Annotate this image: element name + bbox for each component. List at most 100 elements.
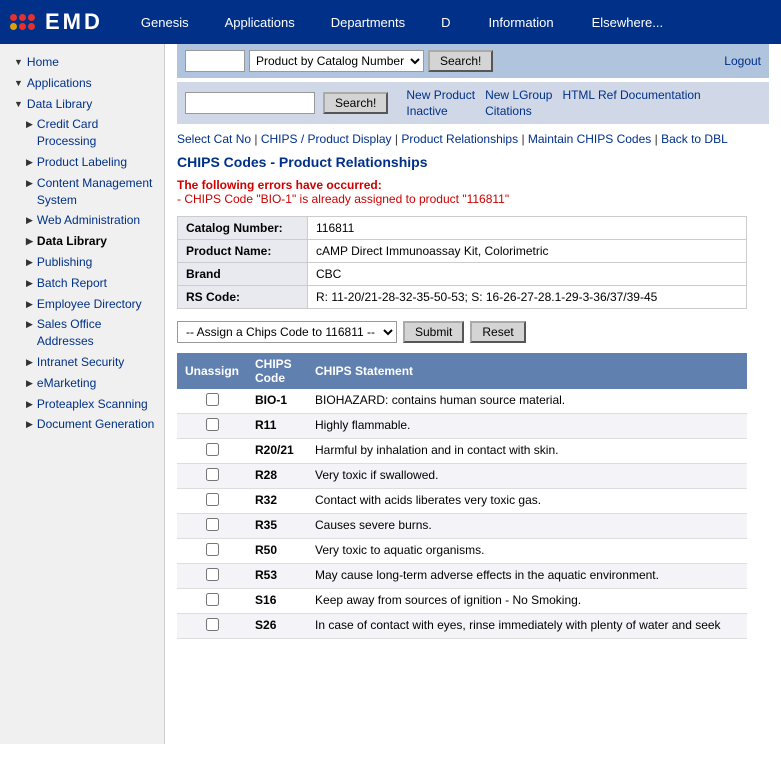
sidebar-arrow-batch-report: ▶	[26, 277, 33, 290]
citations-link[interactable]: Citations	[485, 104, 552, 118]
product-info-table: Catalog Number: 116811 Product Name: cAM…	[177, 216, 747, 309]
breadcrumb-maintain-chips[interactable]: Maintain CHIPS Codes	[528, 132, 651, 146]
unassign-checkbox[interactable]	[206, 493, 219, 506]
assign-row: -- Assign a Chips Code to 116811 -- Subm…	[177, 321, 769, 343]
unassign-checkbox-cell[interactable]	[177, 614, 247, 639]
sidebar-arrow-emarketing: ▶	[26, 377, 33, 390]
unassign-checkbox-cell[interactable]	[177, 389, 247, 414]
nav-genesis[interactable]: Genesis	[123, 15, 207, 30]
unassign-checkbox[interactable]	[206, 393, 219, 406]
reset-button[interactable]: Reset	[470, 321, 525, 343]
rs-code-label: RS Code:	[178, 286, 308, 309]
chips-statement: In case of contact with eyes, rinse imme…	[307, 614, 747, 639]
search-button[interactable]: Search!	[428, 50, 493, 72]
unassign-checkbox[interactable]	[206, 418, 219, 431]
sidebar-item-batch-report[interactable]: ▶ Batch Report	[0, 273, 164, 294]
chips-row: R35 Causes severe burns.	[177, 514, 747, 539]
chips-statement: Harmful by inhalation and in contact wit…	[307, 439, 747, 464]
nav-applications[interactable]: Applications	[207, 15, 313, 30]
submit-button[interactable]: Submit	[403, 321, 464, 343]
sidebar-arrow-product-labeling: ▶	[26, 156, 33, 169]
chips-code: S26	[247, 614, 307, 639]
second-search-input[interactable]	[185, 92, 315, 114]
chips-code: BIO-1	[247, 389, 307, 414]
chips-table: Unassign CHIPS Code CHIPS Statement BIO-…	[177, 353, 747, 639]
search-bar: Product by Catalog Number Product by Nam…	[177, 44, 769, 78]
chips-table-body: BIO-1 BIOHAZARD: contains human source m…	[177, 389, 747, 639]
search-type-select[interactable]: Product by Catalog Number Product by Nam…	[249, 50, 424, 72]
inactive-link[interactable]: Inactive	[406, 104, 475, 118]
sidebar-item-publishing[interactable]: ▶ Publishing	[0, 252, 164, 273]
chips-code: R50	[247, 539, 307, 564]
sidebar-item-content-mgmt[interactable]: ▶ Content Management System	[0, 173, 164, 211]
chips-header-row: Unassign CHIPS Code CHIPS Statement	[177, 353, 747, 389]
html-ref-link[interactable]: HTML Ref Documentation	[562, 88, 700, 102]
chips-statement: Causes severe burns.	[307, 514, 747, 539]
sidebar-item-credit-card[interactable]: ▶ Credit Card Processing	[0, 114, 164, 152]
sidebar-item-employee-dir[interactable]: ▶ Employee Directory	[0, 294, 164, 315]
assign-chips-select[interactable]: -- Assign a Chips Code to 116811 --	[177, 321, 397, 343]
sidebar-arrow-data-library-top: ▼	[14, 98, 23, 111]
nav-information[interactable]: Information	[469, 15, 574, 30]
unassign-checkbox[interactable]	[206, 468, 219, 481]
sidebar-item-document-gen[interactable]: ▶ Document Generation	[0, 414, 164, 435]
nav-d[interactable]: D	[423, 15, 468, 30]
sidebar-arrow-sales-office: ▶	[26, 318, 33, 331]
second-row-links: New Product New LGroup HTML Ref Document…	[406, 88, 700, 118]
unassign-checkbox-cell[interactable]	[177, 489, 247, 514]
product-row-rs-code: RS Code: R: 11-20/21-28-32-35-50-53; S: …	[178, 286, 747, 309]
chips-code: R53	[247, 564, 307, 589]
chips-row: R32 Contact with acids liberates very to…	[177, 489, 747, 514]
sidebar-arrow-home: ▼	[14, 56, 23, 69]
unassign-checkbox-cell[interactable]	[177, 589, 247, 614]
sidebar-item-emarketing[interactable]: ▶ eMarketing	[0, 373, 164, 394]
unassign-checkbox-cell[interactable]	[177, 514, 247, 539]
sidebar-item-product-labeling[interactable]: ▶ Product Labeling	[0, 152, 164, 173]
breadcrumb-product-relationships[interactable]: Product Relationships	[401, 132, 518, 146]
chips-row: R20/21 Harmful by inhalation and in cont…	[177, 439, 747, 464]
sidebar-item-applications[interactable]: ▼ Applications	[0, 73, 164, 94]
sidebar-item-data-library[interactable]: ▶ Data Library	[0, 231, 164, 252]
sidebar-item-home[interactable]: ▼ Home	[0, 52, 164, 73]
new-product-link[interactable]: New Product	[406, 88, 475, 102]
chips-statement: Highly flammable.	[307, 414, 747, 439]
unassign-checkbox[interactable]	[206, 443, 219, 456]
chips-code: R32	[247, 489, 307, 514]
unassign-checkbox[interactable]	[206, 543, 219, 556]
unassign-checkbox[interactable]	[206, 568, 219, 581]
page-title: CHIPS Codes - Product Relationships	[177, 154, 769, 170]
unassign-checkbox-cell[interactable]	[177, 564, 247, 589]
unassign-checkbox[interactable]	[206, 593, 219, 606]
unassign-checkbox-cell[interactable]	[177, 539, 247, 564]
breadcrumb-select-cat-no[interactable]: Select Cat No	[177, 132, 251, 146]
chips-statement: Very toxic to aquatic organisms.	[307, 539, 747, 564]
sidebar-arrow-proteaplex: ▶	[26, 398, 33, 411]
sidebar-arrow-document-gen: ▶	[26, 418, 33, 431]
logo-grid	[10, 14, 35, 30]
sidebar-item-intranet-security[interactable]: ▶ Intranet Security	[0, 352, 164, 373]
catalog-search-input[interactable]	[185, 50, 245, 72]
breadcrumb-back-dbl[interactable]: Back to DBL	[661, 132, 728, 146]
unassign-checkbox-cell[interactable]	[177, 439, 247, 464]
sidebar-item-data-library-top[interactable]: ▼ Data Library	[0, 94, 164, 115]
sidebar-arrow-applications: ▼	[14, 77, 23, 90]
chips-row: R50 Very toxic to aquatic organisms.	[177, 539, 747, 564]
sidebar-arrow-credit-card: ▶	[26, 118, 33, 131]
breadcrumb-chips-product[interactable]: CHIPS / Product Display	[261, 132, 392, 146]
sidebar-item-sales-office[interactable]: ▶ Sales Office Addresses	[0, 314, 164, 352]
unassign-checkbox-cell[interactable]	[177, 464, 247, 489]
nav-elsewhere[interactable]: Elsewhere...	[574, 15, 682, 30]
new-lgroup-link[interactable]: New LGroup	[485, 88, 552, 102]
unassign-checkbox[interactable]	[206, 518, 219, 531]
chips-row: BIO-1 BIOHAZARD: contains human source m…	[177, 389, 747, 414]
top-nav: EMD Genesis Applications Departments D I…	[0, 0, 781, 44]
unassign-checkbox-cell[interactable]	[177, 414, 247, 439]
sidebar-item-web-admin[interactable]: ▶ Web Administration	[0, 210, 164, 231]
second-search-button[interactable]: Search!	[323, 92, 388, 114]
logout-link[interactable]: Logout	[724, 54, 761, 68]
brand-label: Brand	[178, 263, 308, 286]
sidebar-item-proteaplex[interactable]: ▶ Proteaplex Scanning	[0, 394, 164, 415]
nav-departments[interactable]: Departments	[313, 15, 423, 30]
unassign-checkbox[interactable]	[206, 618, 219, 631]
breadcrumb: Select Cat No | CHIPS / Product Display …	[177, 132, 769, 146]
